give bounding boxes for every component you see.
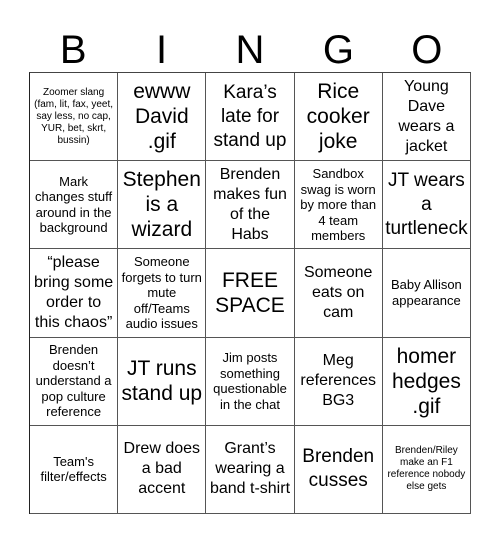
bingo-cell[interactable]: Young Dave wears a jacket: [382, 73, 471, 162]
bingo-cell[interactable]: Team's filter/effects: [30, 425, 119, 514]
bingo-cell-text: “please bring some order to this chaos”: [34, 253, 114, 331]
bingo-cell[interactable]: Someone forgets to turn mute off/Teams a…: [118, 249, 207, 338]
bingo-cell[interactable]: JT wears a turtleneck: [382, 161, 471, 250]
bingo-cell-text: Young Dave wears a jacket: [398, 77, 455, 155]
bingo-cell[interactable]: Brenden cusses: [294, 425, 383, 514]
bingo-cell-text: Someone eats on cam: [303, 263, 373, 321]
header-letter-g: G: [322, 28, 354, 72]
bingo-cell-text: Mark changes stuff around in the backgro…: [35, 173, 113, 236]
bingo-cell[interactable]: Zoomer slang (fam, lit, fax, yeet, say l…: [30, 73, 119, 162]
bingo-cell-text: JT runs stand up: [121, 357, 203, 406]
bingo-cell-text: Zoomer slang (fam, lit, fax, yeet, say l…: [34, 86, 114, 146]
bingo-cell-text: Baby Allison appearance: [390, 277, 462, 308]
header-letter-o: O: [411, 28, 443, 72]
bingo-cell-text: Grant’s wearing a band t-shirt: [209, 440, 291, 498]
bingo-cell-text: Drew does a bad accent: [123, 440, 201, 498]
bingo-cell-text: Brenden makes fun of the Habs: [213, 165, 287, 243]
bingo-cell[interactable]: Mark changes stuff around in the backgro…: [30, 161, 119, 250]
bingo-cell[interactable]: Grant’s wearing a band t-shirt: [206, 425, 295, 514]
bingo-cell[interactable]: Baby Allison appearance: [382, 249, 471, 338]
bingo-cell-text: homer hedges .gif: [391, 344, 461, 418]
bingo-cell-text: Someone forgets to turn mute off/Teams a…: [121, 254, 202, 332]
bingo-cell-text: Brenden cusses: [302, 446, 375, 492]
bingo-cell-text: Stephen is a wizard: [122, 168, 201, 242]
bingo-card-grid: Zoomer slang (fam, lit, fax, yeet, say l…: [29, 72, 471, 514]
bingo-cell-text: Brenden doesn’t understand a pop culture…: [35, 342, 112, 420]
bingo-cell[interactable]: ewww David .gif: [118, 73, 207, 162]
bingo-cell[interactable]: Brenden makes fun of the Habs: [206, 161, 295, 250]
bingo-cell[interactable]: JT runs stand up: [118, 337, 207, 426]
bingo-cell-text: Meg references BG3: [300, 352, 376, 410]
bingo-cell[interactable]: Meg references BG3: [294, 337, 383, 426]
bingo-cell[interactable]: Brenden/Riley make an F1 reference nobod…: [382, 425, 471, 514]
bingo-cell[interactable]: homer hedges .gif: [382, 337, 471, 426]
bingo-cell-text: JT wears a turtleneck: [385, 169, 468, 239]
bingo-header: B I N G O: [29, 28, 471, 72]
bingo-cell[interactable]: Stephen is a wizard: [118, 161, 207, 250]
bingo-cell-text: ewww David .gif: [133, 80, 191, 154]
bingo-cell[interactable]: Sandbox swag is worn by more than 4 team…: [294, 161, 383, 250]
bingo-cell[interactable]: Rice cooker joke: [294, 73, 383, 162]
header-letter-b: B: [59, 28, 87, 72]
bingo-cell[interactable]: Kara’s late for stand up: [206, 73, 295, 162]
bingo-cell-text: Team's filter/effects: [40, 453, 107, 485]
bingo-cell-text: Brenden/Riley make an F1 reference nobod…: [387, 445, 466, 493]
header-letter-n: N: [235, 28, 265, 72]
header-letter-i: I: [156, 28, 168, 72]
bingo-cell[interactable]: “please bring some order to this chaos”: [30, 249, 119, 338]
bingo-cell[interactable]: Someone eats on cam: [294, 249, 383, 338]
bingo-cell-text: Kara’s late for stand up: [213, 81, 287, 151]
bingo-cell[interactable]: Jim posts something questionable in the …: [206, 337, 295, 426]
bingo-cell[interactable]: Drew does a bad accent: [118, 425, 207, 514]
bingo-cell-free-space[interactable]: FREE SPACE: [206, 249, 295, 338]
bingo-cell[interactable]: Brenden doesn’t understand a pop culture…: [30, 337, 119, 426]
bingo-cell-text: FREE SPACE: [215, 268, 285, 317]
bingo-cell-text: Sandbox swag is worn by more than 4 team…: [300, 166, 377, 244]
bingo-cell-text: Rice cooker joke: [306, 80, 370, 154]
bingo-cell-text: Jim posts something questionable in the …: [213, 350, 287, 412]
